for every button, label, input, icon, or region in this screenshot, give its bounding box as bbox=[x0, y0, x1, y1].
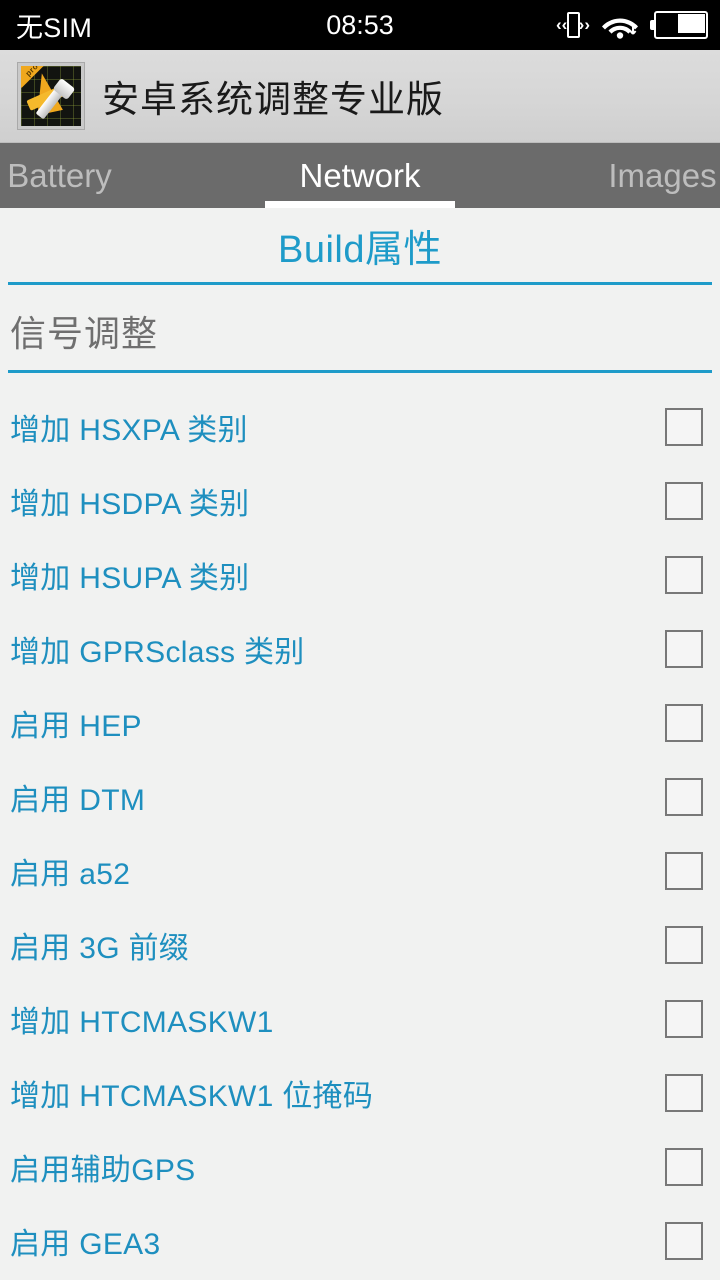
list-item-label: 增加 HSUPA 类别 bbox=[10, 562, 250, 595]
list-item-checkbox[interactable] bbox=[665, 704, 703, 742]
list-item-checkbox[interactable] bbox=[665, 408, 703, 446]
tab-battery[interactable]: Battery bbox=[0, 143, 177, 208]
list-item[interactable]: 增加 HTCMASKW1 bbox=[0, 982, 720, 1056]
page-title: 安卓系统调整专业版 bbox=[102, 79, 444, 120]
list-item[interactable]: 增加 HSDPA 类别 bbox=[0, 464, 720, 538]
list-item-checkbox[interactable] bbox=[665, 1222, 703, 1260]
tab-images[interactable]: Images bbox=[545, 143, 720, 208]
list-item-checkbox[interactable] bbox=[665, 482, 703, 520]
list-item-label: 启用辅助GPS bbox=[10, 1154, 196, 1187]
wifi-icon bbox=[601, 10, 639, 40]
list-item-label: 增加 GPRSclass 类别 bbox=[10, 636, 305, 669]
active-tab-indicator bbox=[265, 201, 455, 208]
list-item-label: 启用 3G 前缀 bbox=[10, 932, 190, 965]
list-item-label: 增加 HSDPA 类别 bbox=[10, 488, 250, 521]
list-item[interactable]: 增加 HTCMASKW1 位掩码 bbox=[0, 1056, 720, 1130]
app-screen: 无SIM 08:53 ‹‹ ›› pro 安卓系统调整专业版 Battery N… bbox=[0, 0, 720, 1280]
list-item[interactable]: 增加 HSXPA 类别 bbox=[0, 390, 720, 464]
list-item-label: 增加 HSXPA 类别 bbox=[10, 414, 248, 447]
list-item[interactable]: 启用 3G 前缀 bbox=[0, 908, 720, 982]
list-item-checkbox[interactable] bbox=[665, 556, 703, 594]
list-item-checkbox[interactable] bbox=[665, 1000, 703, 1038]
list-item-label: 启用 GEA3 bbox=[10, 1228, 161, 1261]
list-item-label: 启用 HEP bbox=[10, 710, 142, 743]
status-bar: 无SIM 08:53 ‹‹ ›› bbox=[0, 0, 720, 50]
list-item[interactable]: 启用 HEP bbox=[0, 686, 720, 760]
app-bar: pro 安卓系统调整专业版 bbox=[0, 50, 720, 143]
settings-list: 增加 HSXPA 类别 增加 HSDPA 类别 增加 HSUPA 类别 增加 G… bbox=[0, 390, 720, 1278]
list-item-label: 增加 HTCMASKW1 位掩码 bbox=[10, 1080, 374, 1113]
list-item-checkbox[interactable] bbox=[665, 926, 703, 964]
list-item[interactable]: 启用 GEA3 bbox=[0, 1204, 720, 1278]
list-item[interactable]: 启用辅助GPS bbox=[0, 1130, 720, 1204]
list-item-label: 启用 DTM bbox=[10, 784, 146, 817]
vibrate-icon: ‹‹ ›› bbox=[556, 10, 590, 40]
tab-network[interactable]: Network bbox=[265, 143, 455, 208]
section-header: 信号调整 bbox=[10, 313, 159, 354]
tab-bar: Battery Network Images bbox=[0, 143, 720, 208]
app-logo-icon: pro bbox=[18, 63, 84, 129]
list-item[interactable]: 启用 DTM bbox=[0, 760, 720, 834]
list-item[interactable]: 启用 a52 bbox=[0, 834, 720, 908]
list-item[interactable]: 增加 HSUPA 类别 bbox=[0, 538, 720, 612]
status-icons: ‹‹ ›› bbox=[556, 10, 708, 40]
list-item-checkbox[interactable] bbox=[665, 778, 703, 816]
list-item-checkbox[interactable] bbox=[665, 630, 703, 668]
list-item-label: 增加 HTCMASKW1 bbox=[10, 1006, 274, 1039]
section-divider bbox=[8, 370, 712, 373]
list-item-checkbox[interactable] bbox=[665, 1148, 703, 1186]
list-item-checkbox[interactable] bbox=[665, 852, 703, 890]
battery-icon bbox=[650, 11, 708, 39]
list-item-label: 启用 a52 bbox=[10, 858, 131, 891]
heading-divider bbox=[8, 282, 712, 285]
list-item-checkbox[interactable] bbox=[665, 1074, 703, 1112]
list-item[interactable]: 增加 GPRSclass 类别 bbox=[0, 612, 720, 686]
build-properties-heading: Build属性 bbox=[278, 229, 442, 271]
